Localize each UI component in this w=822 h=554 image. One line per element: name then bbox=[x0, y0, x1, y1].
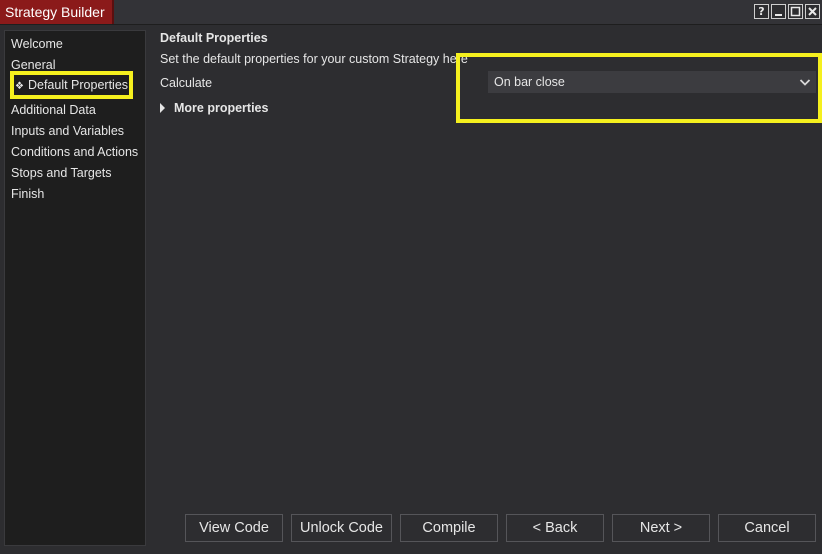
next-button[interactable]: Next > bbox=[612, 514, 710, 542]
page-title: Default Properties bbox=[160, 31, 268, 45]
title-bar: Strategy Builder ? bbox=[0, 0, 822, 25]
sidebar-item-default-properties[interactable]: ❖ Default Properties bbox=[10, 71, 133, 99]
compile-button[interactable]: Compile bbox=[400, 514, 498, 542]
back-button[interactable]: < Back bbox=[506, 514, 604, 542]
wizard-sidebar: Welcome General ❖ Default Properties Addi… bbox=[4, 30, 146, 546]
sidebar-item-stops-and-targets[interactable]: Stops and Targets bbox=[11, 166, 112, 180]
sidebar-item-general[interactable]: General bbox=[11, 58, 55, 72]
cancel-button[interactable]: Cancel bbox=[718, 514, 816, 542]
unlock-code-button[interactable]: Unlock Code bbox=[291, 514, 392, 542]
minimize-icon[interactable] bbox=[771, 4, 786, 19]
help-icon[interactable]: ? bbox=[754, 4, 769, 19]
sidebar-item-finish[interactable]: Finish bbox=[11, 187, 44, 201]
close-icon[interactable] bbox=[805, 4, 820, 19]
sidebar-item-label: Default Properties bbox=[27, 78, 129, 92]
diamond-bullet-icon: ❖ bbox=[15, 81, 24, 92]
more-properties-expander[interactable]: More properties bbox=[160, 101, 268, 115]
calculate-label: Calculate bbox=[160, 76, 213, 90]
page-description: Set the default properties for your cust… bbox=[160, 52, 468, 66]
sidebar-item-conditions-and-actions[interactable]: Conditions and Actions bbox=[11, 145, 138, 159]
chevron-down-icon[interactable] bbox=[799, 73, 811, 94]
window-title: Strategy Builder bbox=[0, 0, 114, 24]
sidebar-item-additional-data[interactable]: Additional Data bbox=[11, 103, 96, 117]
calculate-dropdown[interactable]: On bar close bbox=[488, 71, 816, 93]
view-code-button[interactable]: View Code bbox=[185, 514, 283, 542]
sidebar-item-welcome[interactable]: Welcome bbox=[11, 37, 63, 51]
maximize-icon[interactable] bbox=[788, 4, 803, 19]
calculate-dropdown-value: On bar close bbox=[494, 75, 565, 89]
expand-arrow-icon bbox=[160, 103, 165, 113]
sidebar-item-inputs-and-variables[interactable]: Inputs and Variables bbox=[11, 124, 124, 138]
more-properties-label: More properties bbox=[174, 101, 269, 115]
window-controls: ? bbox=[754, 4, 820, 19]
